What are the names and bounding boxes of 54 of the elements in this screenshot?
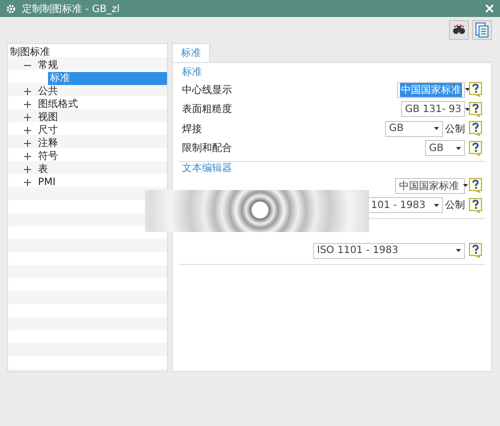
help-icon[interactable] bbox=[469, 243, 482, 258]
binoculars-button[interactable] bbox=[449, 20, 469, 40]
group-title: 标准 bbox=[181, 66, 203, 80]
caret-icon bbox=[434, 204, 439, 207]
gear-icon bbox=[6, 4, 16, 14]
field-label: 限制和配合 bbox=[182, 142, 232, 156]
expand-icon[interactable] bbox=[24, 140, 31, 147]
tree-item[interactable]: 符号 bbox=[36, 150, 60, 163]
tree-item[interactable]: 表 bbox=[36, 163, 50, 176]
tree-item[interactable]: 尺寸 bbox=[36, 124, 60, 137]
tree-item[interactable]: 常规 bbox=[36, 59, 60, 72]
binoculars-icon bbox=[452, 24, 466, 36]
help-icon[interactable] bbox=[469, 178, 482, 194]
caret-icon bbox=[456, 146, 461, 150]
expand-icon[interactable] bbox=[24, 88, 31, 95]
field-label: 焊接 bbox=[182, 122, 202, 136]
tree-item[interactable]: PMI bbox=[36, 176, 58, 189]
window-title: 定制制图标准 - GB_zl bbox=[22, 2, 120, 16]
help-icon[interactable] bbox=[469, 82, 482, 98]
collapse-icon[interactable] bbox=[24, 62, 31, 69]
document-icon bbox=[475, 22, 489, 38]
dropdown[interactable]: 101 - 1983 bbox=[367, 197, 443, 214]
tab[interactable]: 标准 bbox=[172, 43, 210, 62]
expand-icon[interactable] bbox=[24, 114, 31, 121]
expand-icon[interactable] bbox=[24, 153, 31, 160]
dropdown[interactable]: ISO 1101 - 1983 bbox=[313, 242, 465, 259]
close-icon[interactable] bbox=[485, 4, 494, 13]
tree-item[interactable]: 公共 bbox=[36, 85, 60, 98]
group-title: 文本编辑器 bbox=[181, 162, 233, 176]
expand-icon[interactable] bbox=[24, 166, 31, 173]
expand-icon[interactable] bbox=[24, 127, 31, 134]
tree-item[interactable]: 注释 bbox=[36, 137, 60, 150]
help-icon[interactable] bbox=[469, 198, 482, 213]
unit-label: 公制 bbox=[445, 122, 465, 136]
tree-item[interactable]: 视图 bbox=[36, 111, 60, 124]
tree-item[interactable]: 制图标准 bbox=[8, 46, 52, 59]
help-icon[interactable] bbox=[469, 121, 482, 136]
caret-icon bbox=[463, 184, 468, 188]
document-list-button[interactable] bbox=[472, 20, 492, 40]
field-label: 表面粗糙度 bbox=[182, 102, 232, 116]
help-icon[interactable] bbox=[469, 140, 482, 156]
expand-icon[interactable] bbox=[24, 179, 31, 186]
caret-icon bbox=[465, 88, 470, 92]
caret-icon bbox=[434, 127, 439, 130]
caret-icon bbox=[465, 108, 470, 111]
dropdown[interactable]: GB bbox=[425, 140, 465, 156]
dropdown[interactable]: GB bbox=[385, 120, 443, 137]
help-icon[interactable] bbox=[469, 102, 482, 117]
expand-icon[interactable] bbox=[24, 101, 31, 108]
unit-label: 公制 bbox=[445, 198, 465, 212]
caret-icon bbox=[456, 249, 461, 252]
dropdown[interactable]: 中国国家标准 bbox=[395, 178, 465, 194]
field-label: 中心线显示 bbox=[182, 84, 232, 97]
tree-item[interactable]: 图纸格式 bbox=[36, 98, 80, 111]
